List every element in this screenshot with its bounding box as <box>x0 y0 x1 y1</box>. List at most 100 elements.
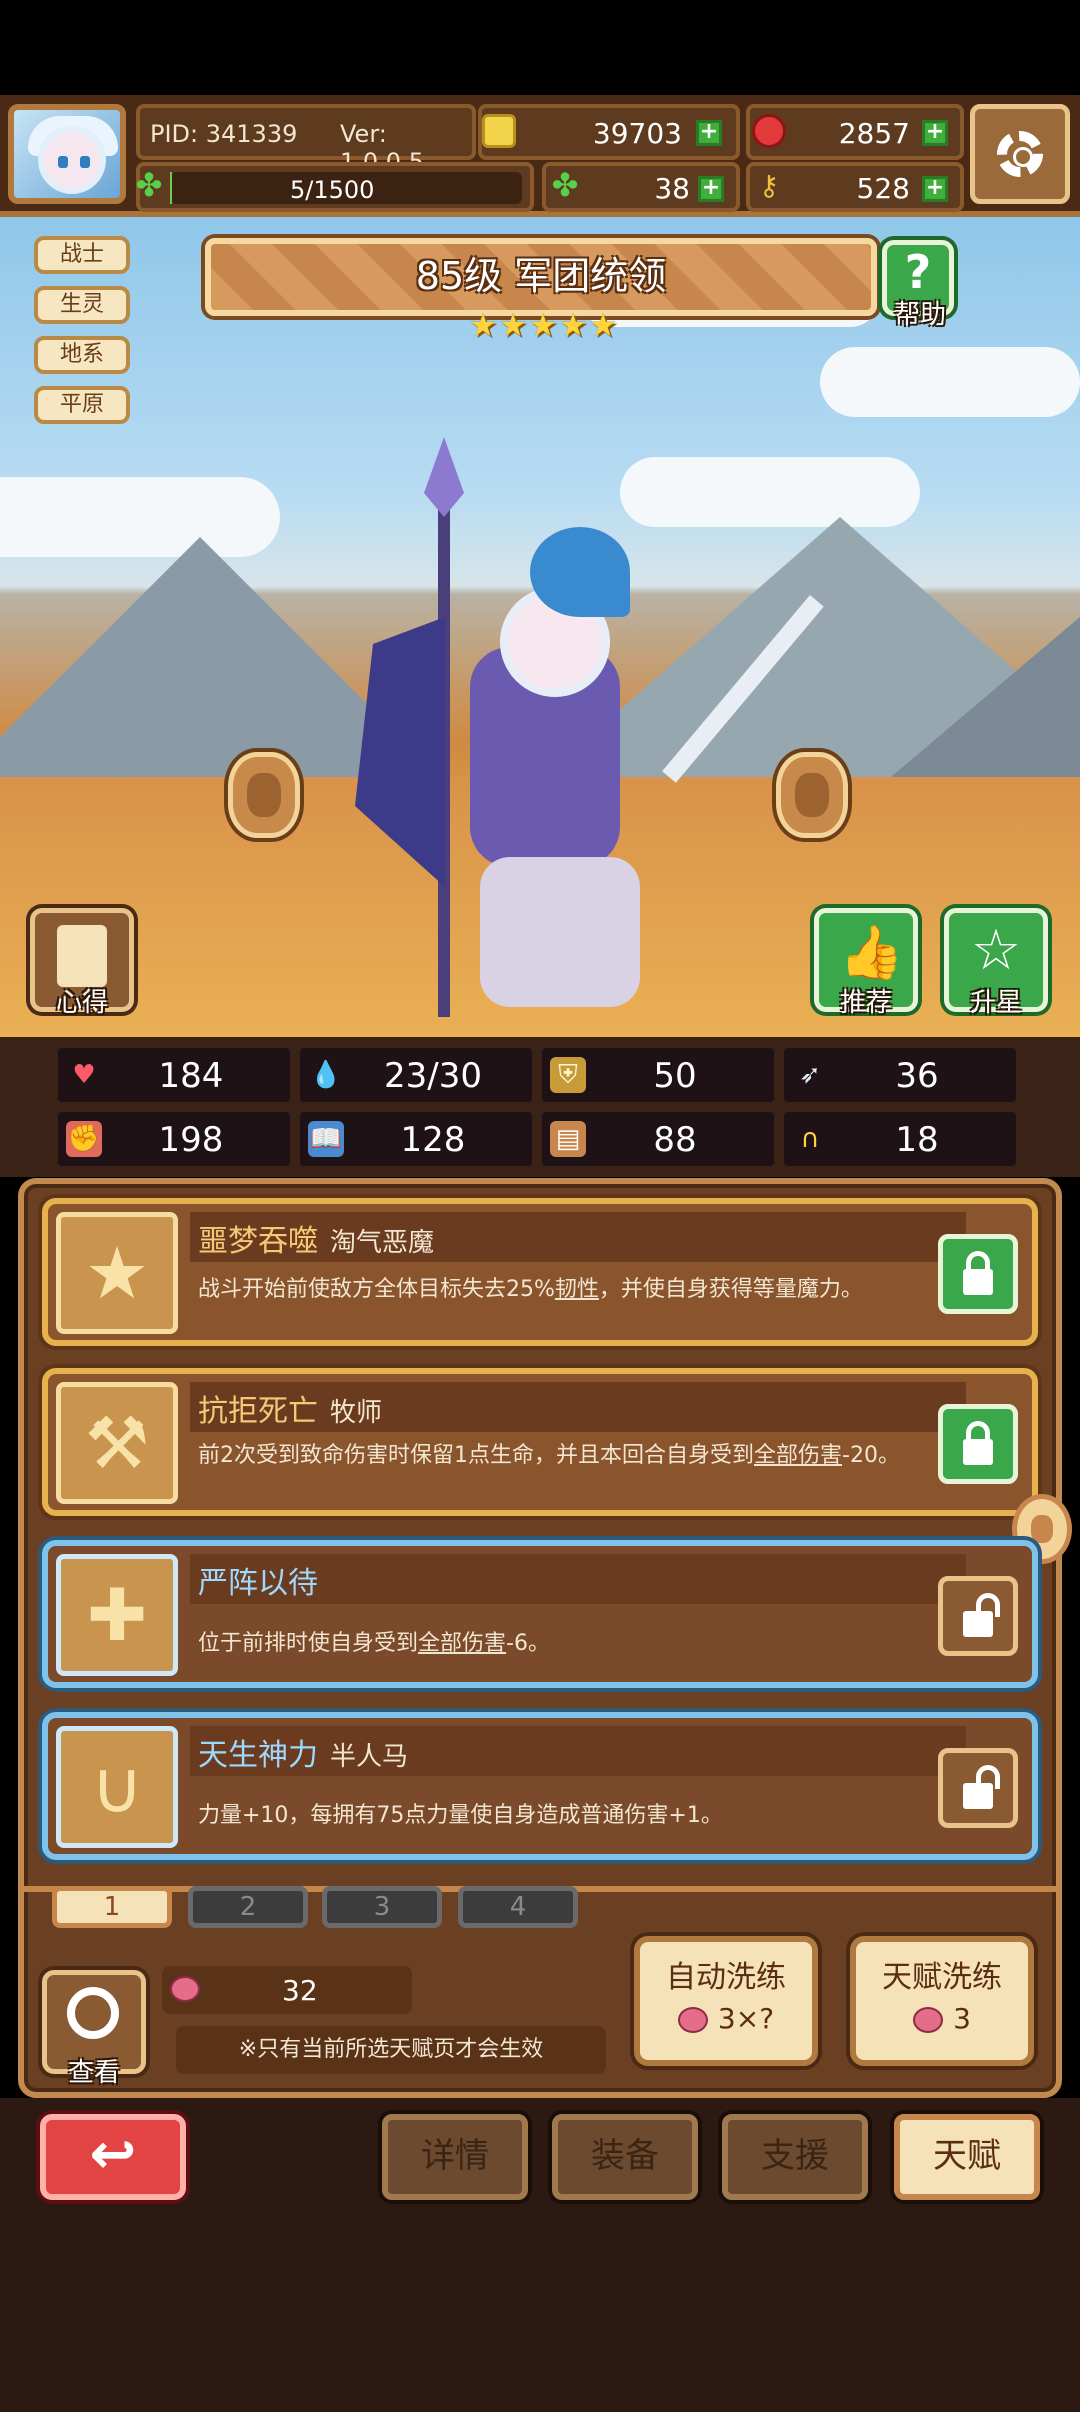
talent-wash-cost: 3 <box>856 2002 1028 2035</box>
chevron-left-icon <box>1031 1515 1053 1543</box>
talent-icon-box: ★ <box>56 1212 178 1334</box>
stamina-value: 5/1500 <box>290 176 375 204</box>
gear-icon <box>997 131 1043 177</box>
star-icon: ★ <box>498 306 528 344</box>
notebook-icon <box>57 925 107 987</box>
desc-keyword[interactable]: 全部伤害 <box>754 1443 842 1468</box>
talent-wash-button[interactable]: 天赋洗练 3 <box>850 1936 1034 2066</box>
stat-mana: 💧 23/30 <box>300 1048 532 1102</box>
settings-button[interactable] <box>970 104 1070 204</box>
talent-page-tab-4[interactable]: 4 <box>458 1886 578 1928</box>
nav-details-button[interactable]: 详情 <box>382 2114 528 2200</box>
cloud <box>820 347 1080 417</box>
talent-page-tab-2[interactable]: 2 <box>188 1886 308 1928</box>
back-arrow-icon: ↩ <box>89 2122 137 2187</box>
stat-intellect: 📖 128 <box>300 1112 532 1166</box>
stat-armor: ⛨ 50 <box>542 1048 774 1102</box>
clover-icon: ✤ <box>551 166 579 204</box>
hero-title: 85级 军团统领 <box>205 238 877 316</box>
lock-body <box>963 1439 993 1465</box>
nav-talent-button[interactable]: 天赋 <box>894 2114 1040 2200</box>
auto-wash-cost: 3×? <box>640 2002 812 2035</box>
talent-page-tab-1[interactable]: 1 <box>52 1886 172 1928</box>
talent-page-tab-3[interactable]: 3 <box>322 1886 442 1928</box>
auto-wash-label: 自动洗练 <box>666 1960 786 1995</box>
shield-icon: ⛨ <box>550 1057 586 1093</box>
mana-drop-icon: 💧 <box>309 1060 343 1090</box>
talent-page-notice: ※只有当前所选天赋页才会生效 <box>176 2026 606 2074</box>
talent-icon-box: ✚ <box>56 1554 178 1676</box>
peach-count: 32 <box>282 1974 318 2007</box>
talent-title: 抗拒死亡 牧师 <box>198 1386 382 1430</box>
status-bar-area <box>0 0 1080 95</box>
talent-title: 天生神力 半人马 <box>198 1730 408 1774</box>
view-label: 查看 <box>67 2058 120 2088</box>
hero-hat <box>530 527 630 617</box>
back-button[interactable]: ↩ <box>40 2114 186 2200</box>
lock-body <box>963 1783 993 1809</box>
talent-title: 噩梦吞噬 淘气恶魔 <box>198 1216 434 1260</box>
clover-amount: 38 <box>654 172 690 205</box>
talent-description: 前2次受到致命伤害时保留1点生命，并且本回合自身受到全部伤害-20。 <box>198 1440 918 1472</box>
keys-panel: ⚷ 528 + <box>746 162 964 212</box>
desc-text: 力量+10，每拥有75点力量使自身造成普通伤害+1。 <box>198 1803 723 1828</box>
talent-name: 抗拒死亡 <box>198 1394 318 1429</box>
talent-name: 噩梦吞噬 <box>198 1224 318 1259</box>
heart-icon: ♥ <box>72 1060 96 1090</box>
next-hero-button[interactable] <box>776 752 848 838</box>
talent-icon-box: ∪ <box>56 1726 178 1848</box>
stat-value: 50 <box>653 1056 697 1096</box>
talent-description: 战斗开始前使敌方全体目标失去25%韧性，并使自身获得等量魔力。 <box>198 1274 918 1306</box>
unlock-button[interactable] <box>938 1576 1018 1656</box>
stamina-bar-fill <box>170 172 172 204</box>
stat-value: 88 <box>653 1120 697 1160</box>
talent-card[interactable]: ★ 噩梦吞噬 淘气恶魔 战斗开始前使敌方全体目标失去25%韧性，并使自身获得等量魔… <box>42 1198 1038 1346</box>
desc-keyword[interactable]: 全部伤害 <box>418 1631 506 1656</box>
stat-value: 36 <box>895 1056 939 1096</box>
desc-text: 位于前排时使自身受到 <box>198 1631 419 1656</box>
lock-button[interactable] <box>938 1404 1018 1484</box>
talent-card[interactable]: ⚒ 抗拒死亡 牧师 前2次受到致命伤害时保留1点生命，并且本回合自身受到全部伤害-… <box>42 1368 1038 1516</box>
avatar-eye <box>80 156 90 168</box>
talent-description: 位于前排时使自身受到全部伤害-6。 <box>198 1628 918 1660</box>
talent-card[interactable]: ✚ 严阵以待 位于前排时使自身受到全部伤害-6。 <box>42 1540 1038 1688</box>
unlock-button[interactable] <box>938 1748 1018 1828</box>
add-gems-button[interactable]: + <box>922 120 948 146</box>
nav-support-button[interactable]: 支援 <box>722 2114 868 2200</box>
stat-spirit: ▤ 88 <box>542 1112 774 1166</box>
auto-wash-button[interactable]: 自动洗练 3×? <box>634 1936 818 2066</box>
talent-source: 牧师 <box>330 1398 383 1428</box>
stat-agility: ➶ 36 <box>784 1048 1016 1102</box>
stat-health: ♥ 184 <box>58 1048 290 1102</box>
stat-value: 198 <box>158 1120 224 1160</box>
stamina-panel: ✤ 5/1500 <box>136 162 534 212</box>
gold-coin-icon <box>482 114 516 148</box>
spear-tip <box>424 437 464 517</box>
lock-body <box>963 1611 993 1637</box>
add-clover-button[interactable]: + <box>698 176 724 202</box>
lock-button[interactable] <box>938 1234 1018 1314</box>
scroll-icon: ▤ <box>550 1121 586 1157</box>
add-keys-button[interactable]: + <box>922 176 948 202</box>
stat-value: 23/30 <box>384 1056 482 1096</box>
peach-icon <box>677 2007 708 2033</box>
add-gold-button[interactable]: + <box>696 120 722 146</box>
talent-card[interactable]: ∪ 天生神力 半人马 力量+10，每拥有75点力量使自身造成普通伤害+1。 <box>42 1712 1038 1860</box>
nav-equipment-button[interactable]: 装备 <box>552 2114 698 2200</box>
desc-text: -20。 <box>842 1443 900 1468</box>
gem-amount: 2857 <box>838 117 910 150</box>
chevron-right-icon <box>795 773 829 817</box>
talent-wash-cost-value: 3 <box>953 2002 971 2035</box>
red-gem-icon <box>752 114 786 148</box>
talent-name: 严阵以待 <box>198 1566 318 1601</box>
desc-keyword[interactable]: 韧性 <box>555 1277 599 1302</box>
fist-icon: ✊ <box>66 1121 102 1157</box>
key-icon: ⚷ <box>758 169 780 202</box>
stat-strength: ✊ 198 <box>58 1112 290 1166</box>
player-avatar[interactable] <box>8 104 126 204</box>
tag-terrain: 平原 <box>34 386 130 424</box>
hero-legs <box>480 857 640 1007</box>
prev-hero-button[interactable] <box>228 752 300 838</box>
help-label: 帮助 <box>893 300 946 330</box>
key-amount: 528 <box>856 172 910 205</box>
